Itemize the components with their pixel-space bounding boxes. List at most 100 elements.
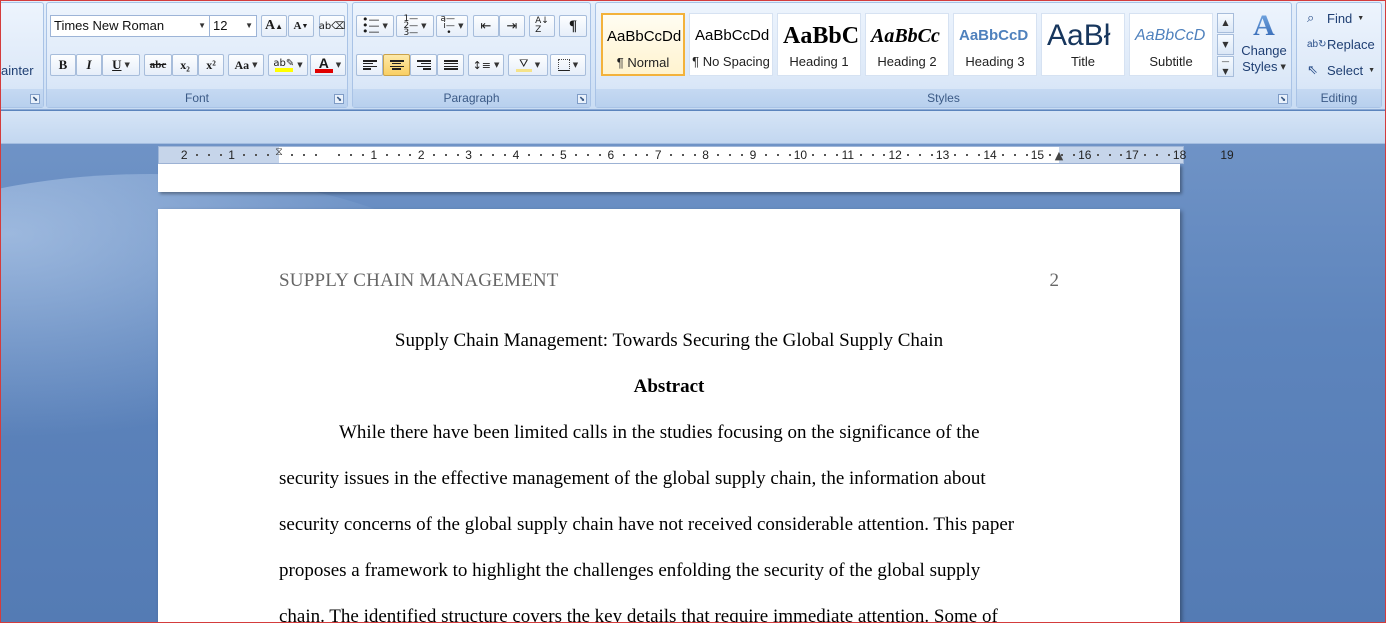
ruler-tick-mark <box>409 154 412 156</box>
abstract-heading: Abstract <box>633 376 705 397</box>
style-heading-2[interactable]: AaBbCc Heading 2 <box>865 13 949 76</box>
ruler-tick-mark <box>764 154 767 156</box>
replace-button[interactable]: ab↻ Replace <box>1307 34 1375 54</box>
clipboard-launcher-icon[interactable]: ⬊ <box>30 94 40 104</box>
ruler-tick-mark <box>1108 154 1111 156</box>
ruler-tick-label: 11 <box>841 148 855 162</box>
sort-icon: A↓ Z <box>535 16 549 35</box>
ruler-tick-mark <box>681 154 684 156</box>
ruler-tick-mark <box>954 154 957 156</box>
subscript-button[interactable]: x₂ <box>172 54 198 76</box>
font-name-combo[interactable]: Times New Roman ▼ <box>50 15 210 37</box>
bold-button[interactable]: B <box>50 54 76 76</box>
ruler-tick-mark <box>788 154 791 156</box>
ruler-tick-label: 18 <box>1172 148 1187 162</box>
format-painter-button[interactable]: ainter <box>1 63 34 78</box>
find-button[interactable]: ⌕ Find ▼ <box>1307 8 1364 28</box>
ruler-tick-mark <box>267 154 270 156</box>
decrease-indent-button[interactable]: ⇤ <box>473 15 499 37</box>
style-normal[interactable]: AaBbCcDd ¶ Normal <box>601 13 685 76</box>
ruler-tick-mark <box>1049 154 1052 156</box>
align-left-button[interactable] <box>356 54 383 76</box>
style-subtitle[interactable]: AaBbCcD Subtitle <box>1129 13 1213 76</box>
align-right-button[interactable] <box>410 54 437 76</box>
clear-formatting-button[interactable]: ab⌫ <box>319 15 345 37</box>
ruler-tick-mark <box>717 154 720 156</box>
gallery-scroll-down-button[interactable]: ▼ <box>1217 34 1234 55</box>
ruler-tick-mark <box>1120 154 1123 156</box>
strikethrough-button[interactable]: abc <box>144 54 172 76</box>
justify-icon <box>443 60 458 70</box>
change-case-icon: Aa <box>234 57 250 72</box>
line-spacing-icon: ↕≡ <box>472 58 492 72</box>
replace-label: Replace <box>1327 36 1375 52</box>
document-page[interactable]: SUPPLY CHAIN MANAGEMENT 2 Supply Chain M… <box>158 209 1180 623</box>
font-color-button[interactable]: A ▼ <box>310 54 346 76</box>
style-heading-1[interactable]: AaBbC Heading 1 <box>777 13 861 76</box>
change-case-button[interactable]: Aa ▼ <box>228 54 264 76</box>
multilevel-list-icon: a— i— • <box>440 13 456 38</box>
highlighter-icon: ab✎ <box>273 58 294 72</box>
style-name: Title <box>1070 54 1096 69</box>
paragraph-dialog-launcher-icon[interactable]: ⬊ <box>577 94 587 104</box>
font-size-combo[interactable]: 12 ▼ <box>209 15 257 37</box>
style-preview: AaBł <box>1047 19 1111 52</box>
show-formatting-button[interactable]: ¶ <box>559 15 587 37</box>
style-preview: AaBbC <box>783 23 859 49</box>
ruler-tick-mark <box>907 154 910 156</box>
clipboard-group: ainter ⬊ <box>0 2 44 108</box>
gallery-more-button[interactable]: — ▼ <box>1217 56 1234 77</box>
select-label: Select <box>1327 62 1364 78</box>
ruler-tick-label: 2 <box>417 148 425 162</box>
italic-button[interactable]: I <box>76 54 102 76</box>
numbering-button[interactable]: 1— 2— 3— ▼ <box>396 14 434 37</box>
style-no-spacing[interactable]: AaBbCcDd ¶ No Spacing <box>689 13 773 76</box>
ruler-tick-mark <box>456 154 459 156</box>
align-right-icon <box>416 60 431 70</box>
gallery-scroll-up-button[interactable]: ▲ <box>1217 13 1234 33</box>
select-button[interactable]: ⇖ Select ▼ <box>1307 60 1375 80</box>
sort-button[interactable]: A↓ Z <box>529 15 555 37</box>
highlight-button[interactable]: ab✎ ▼ <box>268 54 308 76</box>
align-center-button[interactable] <box>383 54 410 76</box>
change-styles-button[interactable]: A Change Styles ▼ <box>1238 9 1290 89</box>
ruler-tick-label: 9 <box>749 148 757 162</box>
style-preview: AaBbCc <box>871 25 940 47</box>
right-indent-marker-icon[interactable]: ▲ <box>1055 149 1063 162</box>
ruler-tick-mark <box>729 154 732 156</box>
underline-button[interactable]: U ▼ <box>102 54 140 76</box>
ruler-tick-mark <box>930 154 933 156</box>
shading-button[interactable]: ⛛ ▼ <box>508 54 548 76</box>
ruler-tick-mark <box>397 154 400 156</box>
ruler-tick-mark <box>255 154 258 156</box>
ruler-tick-mark <box>871 154 874 156</box>
ruler-tick-mark <box>196 154 199 156</box>
subscript-icon: x₂ <box>180 57 190 72</box>
chevron-down-icon: ▼ <box>198 21 206 30</box>
ruler-tick-mark <box>385 154 388 156</box>
style-title[interactable]: AaBł Title <box>1041 13 1125 76</box>
multilevel-list-button[interactable]: a— i— • ▼ <box>436 13 468 38</box>
style-name: Subtitle <box>1149 54 1193 69</box>
horizontal-ruler[interactable]: 2 1 1 2 3 4 5 6 7 8 9 10 11 12 13 14 15 16 17 18 19 ⧖ ▲ <box>158 145 1234 164</box>
borders-button[interactable]: ▼ <box>550 54 586 76</box>
shrink-font-button[interactable]: A ▼ <box>288 15 314 37</box>
line-spacing-button[interactable]: ↕≡ ▼ <box>468 54 504 76</box>
body-line: While there have been limited calls in t… <box>339 422 980 443</box>
ruler-tick-mark <box>693 154 696 156</box>
body-line: security issues in the effective managem… <box>279 468 986 489</box>
ruler-tick-mark <box>504 154 507 156</box>
style-heading-3[interactable]: AaBbCcD Heading 3 <box>953 13 1037 76</box>
increase-indent-button[interactable]: ⇥ <box>499 15 525 37</box>
strikethrough-icon: abc <box>149 59 167 71</box>
font-dialog-launcher-icon[interactable]: ⬊ <box>334 94 344 104</box>
ribbon: ainter ⬊ Times New Roman ▼ 12 ▼ A ▲ A ▼ ab… <box>0 0 1386 110</box>
bullets-button[interactable]: •— •— •— ▼ <box>356 14 394 37</box>
decrease-indent-icon: ⇤ <box>480 18 492 34</box>
font-name-value: Times New Roman <box>54 18 165 33</box>
superscript-button[interactable]: x² <box>198 54 224 76</box>
grow-font-button[interactable]: A ▲ <box>261 15 287 37</box>
first-line-indent-marker-icon[interactable]: ⧖ <box>275 145 283 159</box>
styles-dialog-launcher-icon[interactable]: ⬊ <box>1278 94 1288 104</box>
justify-button[interactable] <box>437 54 464 76</box>
